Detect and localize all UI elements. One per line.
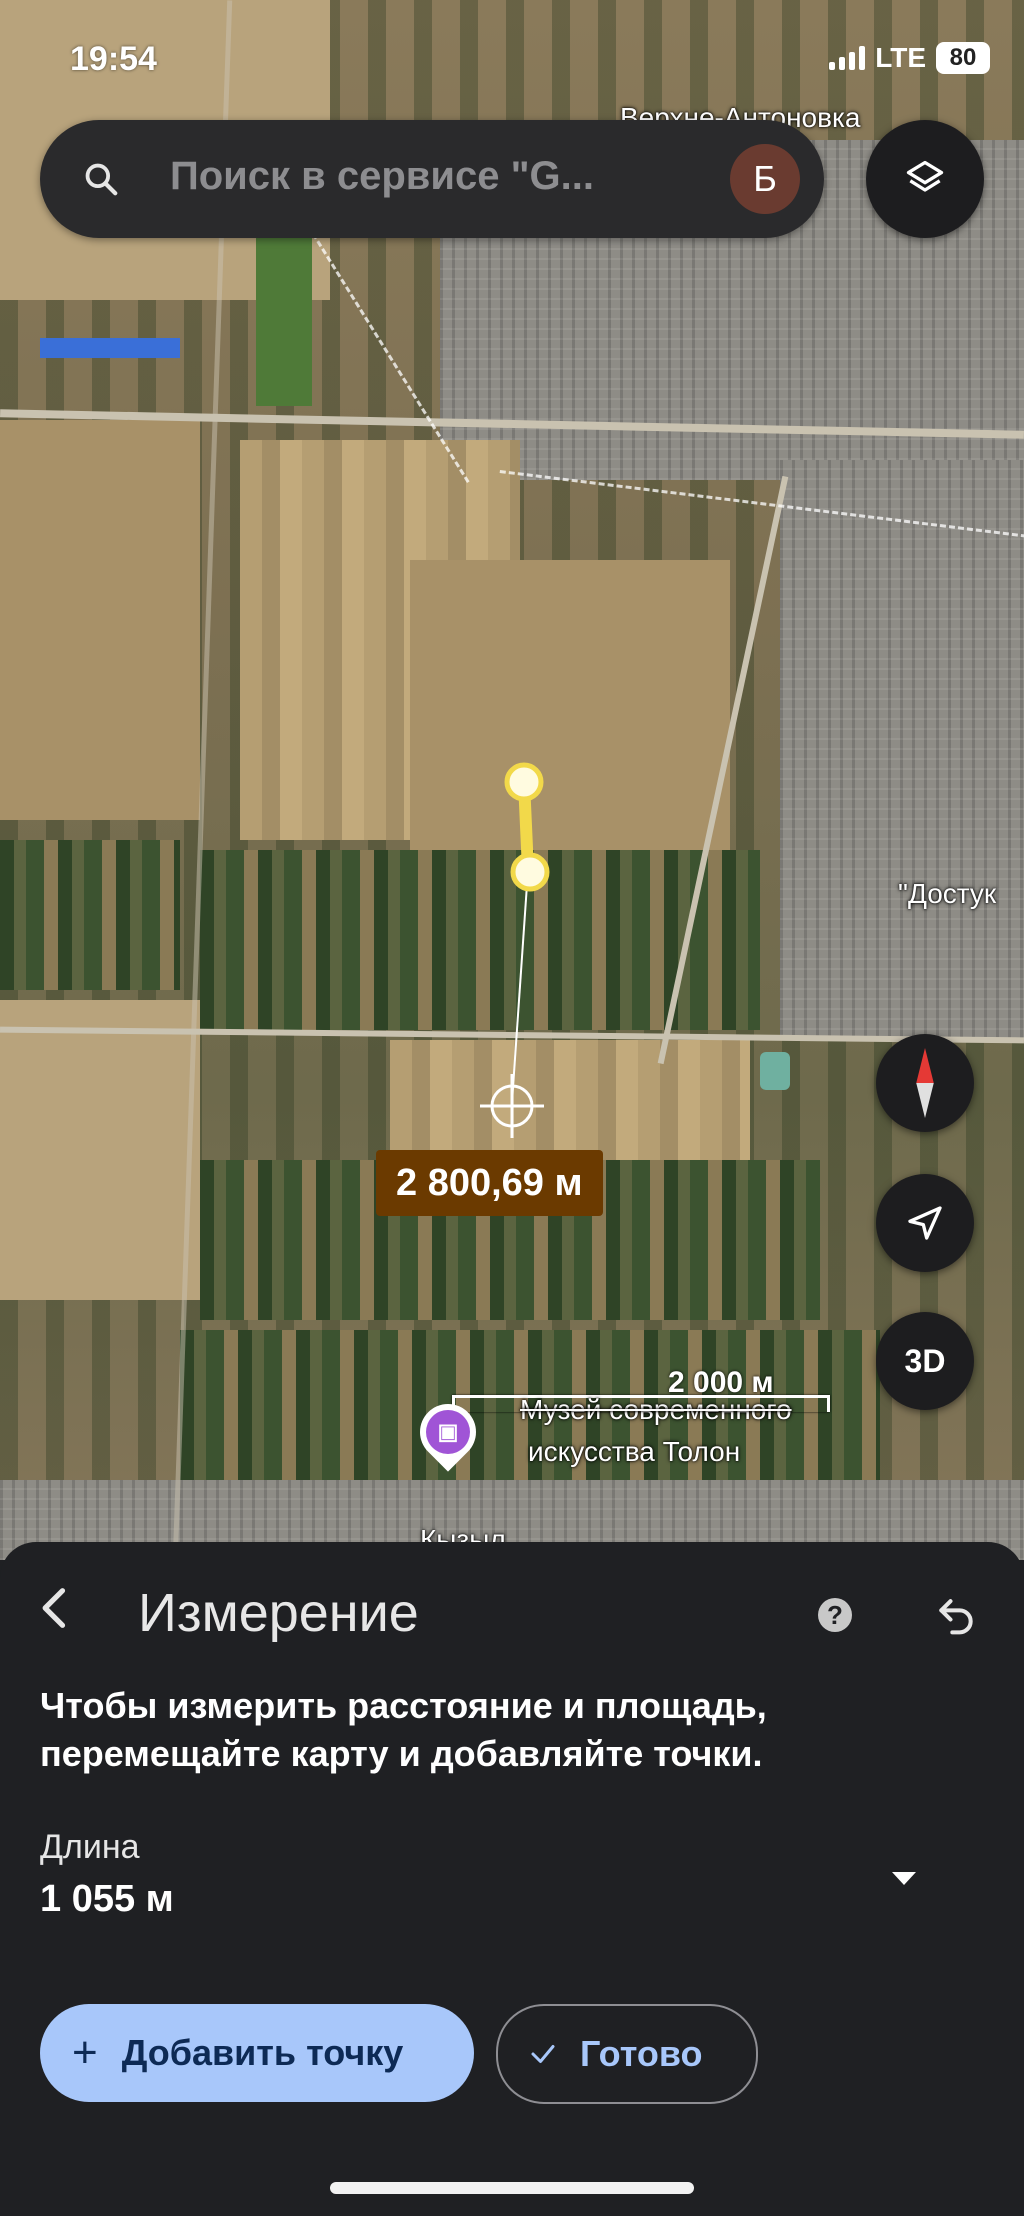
3d-button[interactable]: 3D	[876, 1312, 974, 1410]
network-type: LTE	[875, 42, 926, 73]
plus-icon: +	[72, 2028, 98, 2077]
search-bar[interactable]: Поиск в сервисе "G... Б	[40, 120, 824, 238]
add-point-button[interactable]: + Добавить точку	[40, 2004, 474, 2102]
3d-label: 3D	[904, 1342, 946, 1379]
add-point-label: Добавить точку	[121, 2032, 404, 2073]
measure-point-end	[510, 852, 550, 892]
layers-button[interactable]	[866, 120, 984, 238]
done-label: Готово	[580, 2033, 703, 2074]
navigation-arrow-icon	[908, 1206, 942, 1240]
measure-guide-line	[511, 869, 529, 1103]
measure-point-start	[504, 762, 544, 802]
measure-sheet: Измерение ? Чтобы измерить расстояние и …	[0, 1542, 1024, 2216]
search-icon	[85, 163, 118, 196]
length-value: 1 055 м	[40, 1878, 174, 1920]
compass-icon	[916, 1048, 934, 1118]
home-indicator[interactable]	[330, 2182, 694, 2194]
done-button[interactable]: Готово	[496, 2004, 758, 2104]
search-input[interactable]: Поиск в сервисе "G...	[170, 154, 740, 199]
help-icon[interactable]: ?	[818, 1598, 852, 1632]
check-icon	[531, 2045, 555, 2063]
poi-label-line1[interactable]: Музей современного	[520, 1394, 792, 1426]
avatar[interactable]: Б	[730, 144, 800, 214]
distance-badge: 2 800,69 м	[376, 1150, 603, 1216]
layers-icon	[906, 160, 944, 192]
status-time: 19:54	[70, 40, 157, 78]
poi-label-line2[interactable]: искусства Толон	[528, 1436, 740, 1468]
compass-button[interactable]	[876, 1034, 974, 1132]
sheet-title: Измерение	[138, 1583, 419, 1643]
length-label: Длина	[40, 1828, 140, 1866]
undo-icon[interactable]	[934, 1592, 978, 1636]
battery-icon: 80	[936, 42, 990, 74]
instruction-text: Чтобы измерить расстояние и площадь, пер…	[40, 1685, 767, 1774]
back-arrow-icon[interactable]	[30, 1582, 82, 1634]
my-location-button[interactable]	[876, 1174, 974, 1272]
chevron-down-icon[interactable]	[892, 1872, 916, 1885]
status-indicators: LTE 80	[829, 42, 990, 74]
museum-icon: ▣	[426, 1410, 470, 1454]
signal-icon	[829, 46, 866, 70]
crosshair-icon	[480, 1074, 544, 1138]
